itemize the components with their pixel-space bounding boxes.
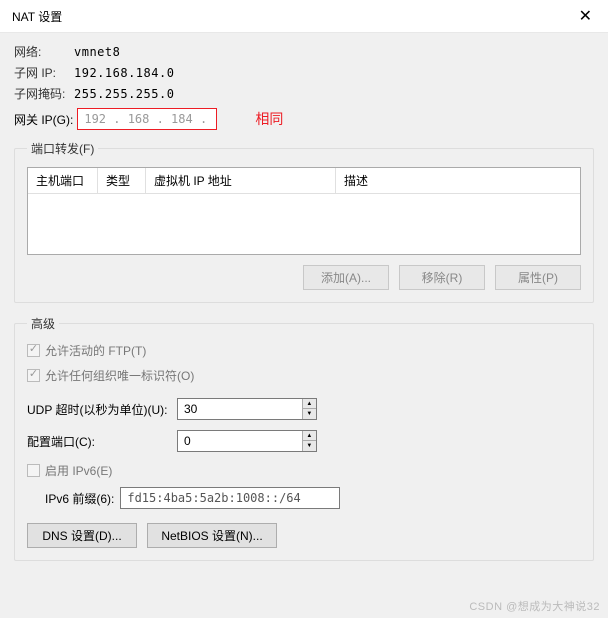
col-host-port[interactable]: 主机端口	[28, 168, 98, 193]
allow-ftp-label: 允许活动的 FTP(T)	[45, 342, 146, 359]
config-port-input[interactable]	[178, 431, 302, 451]
network-value: vmnet8	[74, 45, 120, 59]
netbios-settings-button[interactable]: NetBIOS 设置(N)...	[147, 523, 277, 548]
spin-down-icon[interactable]: ▼	[303, 409, 316, 419]
advanced-legend: 高级	[27, 315, 59, 332]
spin-up-icon[interactable]: ▲	[303, 399, 316, 409]
subnet-ip-value: 192.168.184.0	[74, 66, 174, 80]
port-forwarding-group: 端口转发(F) 主机端口 类型 虚拟机 IP 地址 描述 添加(A)... 移除…	[14, 140, 594, 303]
dns-settings-button[interactable]: DNS 设置(D)...	[27, 523, 137, 548]
add-button[interactable]: 添加(A)...	[303, 265, 389, 290]
col-type[interactable]: 类型	[98, 168, 146, 193]
remove-button[interactable]: 移除(R)	[399, 265, 485, 290]
port-forwarding-legend: 端口转发(F)	[27, 140, 98, 157]
advanced-group: 高级 允许活动的 FTP(T) 允许任何组织唯一标识符(O) UDP 超时(以秒…	[14, 315, 594, 561]
allow-org-id-label: 允许任何组织唯一标识符(O)	[45, 367, 194, 384]
udp-timeout-input[interactable]	[178, 399, 302, 419]
port-forwarding-table[interactable]: 主机端口 类型 虚拟机 IP 地址 描述	[27, 167, 581, 255]
subnet-ip-label: 子网 IP:	[14, 64, 74, 81]
titlebar: NAT 设置 ✕	[0, 0, 608, 33]
col-desc[interactable]: 描述	[336, 168, 580, 193]
gateway-input[interactable]	[77, 108, 217, 130]
ipv6-prefix-input[interactable]	[120, 487, 340, 509]
enable-ipv6-label: 启用 IPv6(E)	[45, 462, 112, 479]
spin-down-icon[interactable]: ▼	[303, 441, 316, 451]
annotation-same: 相同	[255, 109, 283, 129]
nat-settings-dialog: NAT 设置 ✕ 网络: vmnet8 子网 IP: 192.168.184.0…	[0, 0, 608, 618]
col-vm-ip[interactable]: 虚拟机 IP 地址	[146, 168, 336, 193]
allow-org-id-checkbox[interactable]	[27, 369, 40, 382]
dialog-title: NAT 设置	[12, 8, 62, 25]
dialog-content: 网络: vmnet8 子网 IP: 192.168.184.0 子网掩码: 25…	[0, 33, 608, 561]
config-port-spinner[interactable]: ▲ ▼	[177, 430, 317, 452]
table-header: 主机端口 类型 虚拟机 IP 地址 描述	[28, 168, 580, 194]
udp-timeout-spinner[interactable]: ▲ ▼	[177, 398, 317, 420]
subnet-mask-value: 255.255.255.0	[74, 87, 174, 101]
udp-timeout-label: UDP 超时(以秒为单位)(U):	[27, 401, 177, 418]
network-label: 网络:	[14, 43, 74, 60]
close-icon[interactable]: ✕	[571, 6, 600, 26]
config-port-label: 配置端口(C):	[27, 433, 177, 450]
gateway-label: 网关 IP(G):	[14, 111, 73, 128]
allow-ftp-checkbox[interactable]	[27, 344, 40, 357]
enable-ipv6-checkbox[interactable]	[27, 464, 40, 477]
subnet-mask-label: 子网掩码:	[14, 85, 74, 102]
watermark: CSDN @想成为大神说32	[469, 598, 600, 614]
ipv6-prefix-label: IPv6 前缀(6):	[45, 490, 114, 507]
spin-up-icon[interactable]: ▲	[303, 431, 316, 441]
properties-button[interactable]: 属性(P)	[495, 265, 581, 290]
